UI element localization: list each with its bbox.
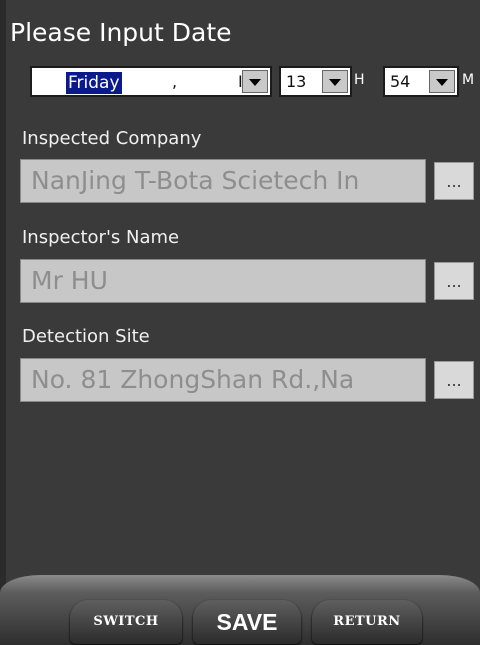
return-button-label: RETURN (333, 614, 401, 629)
hour-select[interactable]: 13 (279, 66, 352, 97)
minute-select[interactable]: 54 (383, 66, 459, 97)
save-button[interactable]: SAVE (193, 600, 301, 644)
date-separator: , (172, 72, 178, 91)
day-selected-text[interactable]: Friday (66, 72, 122, 94)
chevron-down-icon[interactable] (429, 70, 455, 93)
page-title: Please Input Date (10, 18, 232, 47)
date-picker[interactable]: Friday , I (30, 66, 272, 97)
return-button[interactable]: RETURN (312, 600, 422, 644)
inspector-name-value: Mr HU (31, 266, 108, 295)
detection-site-value: No. 81 ZhongShan Rd.,Na (31, 365, 355, 394)
detection-site-more-button[interactable]: ... (434, 361, 474, 399)
inspected-company-label: Inspected Company (22, 128, 202, 149)
save-button-label: SAVE (216, 609, 278, 635)
chevron-down-icon[interactable] (322, 70, 348, 93)
inspected-company-field[interactable]: NanJing T-Bota Scietech In (20, 159, 426, 203)
minute-value: 54 (390, 72, 411, 91)
switch-button[interactable]: SWITCH (70, 600, 182, 644)
inspected-company-value: NanJing T-Bota Scietech In (31, 166, 360, 195)
detection-site-field[interactable]: No. 81 ZhongShan Rd.,Na (20, 358, 426, 402)
minute-unit-label: M (462, 72, 475, 88)
inspector-name-label: Inspector's Name (22, 227, 180, 248)
detection-site-label: Detection Site (22, 326, 150, 347)
inspector-name-field[interactable]: Mr HU (20, 259, 426, 303)
chevron-down-icon[interactable] (242, 70, 268, 93)
inspector-name-more-button[interactable]: ... (434, 262, 474, 300)
switch-button-label: SWITCH (93, 614, 159, 629)
hour-unit-label: H (354, 72, 365, 88)
inspected-company-more-button[interactable]: ... (434, 162, 474, 200)
hour-value: 13 (286, 72, 307, 91)
